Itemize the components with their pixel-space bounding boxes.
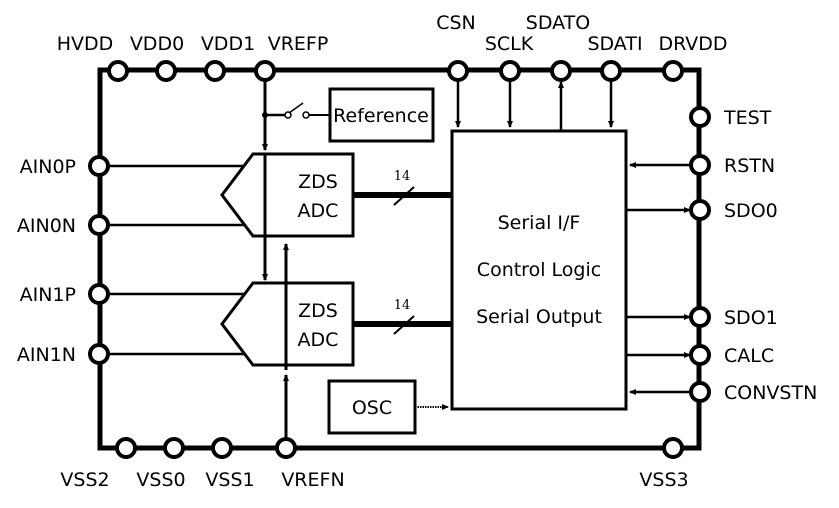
label-ain0p: AIN0P <box>20 156 76 178</box>
reference-switch <box>262 102 330 119</box>
label-vdd0: VDD0 <box>130 33 184 55</box>
label-sdo0: SDO0 <box>724 200 778 222</box>
pin-sdato <box>550 60 572 82</box>
adc0-label-2: ADC <box>298 200 339 222</box>
pin-ain0p <box>88 155 110 177</box>
pin-ain0n <box>88 214 110 236</box>
logic-label-2: Control Logic <box>477 259 601 281</box>
pin-hvdd <box>107 60 129 82</box>
pin-vdd0 <box>155 60 177 82</box>
label-test: TEST <box>723 107 772 129</box>
pin-rstn <box>689 154 711 176</box>
label-vss1: VSS1 <box>205 469 254 491</box>
osc-label: OSC <box>352 397 392 419</box>
pin-sdo1 <box>689 306 711 328</box>
label-csn: CSN <box>436 12 476 34</box>
label-sdo1: SDO1 <box>724 307 778 329</box>
pin-csn <box>447 60 469 82</box>
pin-vss1 <box>211 437 233 459</box>
label-vrefn: VREFN <box>281 469 344 491</box>
label-ain0n: AIN0N <box>17 215 76 237</box>
pin-vdd1 <box>204 60 226 82</box>
reference-block: Reference <box>328 87 435 143</box>
label-vrefp: VREFP <box>268 33 329 55</box>
bus-width-adc0: 14 <box>394 169 411 184</box>
label-calc: CALC <box>724 345 774 367</box>
pin-vss3 <box>662 437 684 459</box>
pin-vss0 <box>163 437 185 459</box>
pin-sdo0 <box>689 199 711 221</box>
pin-drvdd <box>662 60 684 82</box>
label-vss0: VSS0 <box>136 469 185 491</box>
label-vss2: VSS2 <box>60 469 109 491</box>
logic-label-3: Serial Output <box>476 306 602 328</box>
label-sclk: SCLK <box>485 33 534 55</box>
label-hvdd: HVDD <box>57 33 114 55</box>
pin-sclk <box>499 60 521 82</box>
label-vdd1: VDD1 <box>201 33 255 55</box>
pin-convstn <box>689 381 711 403</box>
bus-width-adc1: 14 <box>394 298 411 313</box>
pin-vrefn <box>275 437 297 459</box>
label-rstn: RSTN <box>724 155 775 177</box>
logic-label-1: Serial I/F <box>498 212 581 234</box>
reference-label: Reference <box>333 105 429 127</box>
label-vss3: VSS3 <box>639 469 688 491</box>
label-convstn: CONVSTN <box>724 382 817 404</box>
label-ain1p: AIN1P <box>20 284 76 306</box>
pin-vrefp <box>254 60 276 82</box>
label-sdati: SDATI <box>587 33 642 55</box>
pin-vss2 <box>115 437 137 459</box>
pin-ain1p <box>88 283 110 305</box>
block-diagram: Reference ZDS ADC ZDS ADC 14 14 Serial I… <box>17 12 817 491</box>
osc-block: OSC <box>327 379 449 435</box>
label-ain1n: AIN1N <box>17 344 76 366</box>
adc1-label-1: ZDS <box>298 300 338 322</box>
bus-adc1: 14 <box>353 298 452 335</box>
label-drvdd: DRVDD <box>658 33 727 55</box>
pin-calc <box>689 344 711 366</box>
adc0-label-1: ZDS <box>298 171 338 193</box>
label-sdato: SDATO <box>526 12 590 34</box>
pin-ain1n <box>88 343 110 365</box>
bus-adc0: 14 <box>353 169 452 206</box>
logic-block: Serial I/F Control Logic Serial Output <box>450 129 628 411</box>
pin-sdati <box>600 60 622 82</box>
adc1-label-2: ADC <box>298 329 339 351</box>
pin-test <box>689 106 711 128</box>
